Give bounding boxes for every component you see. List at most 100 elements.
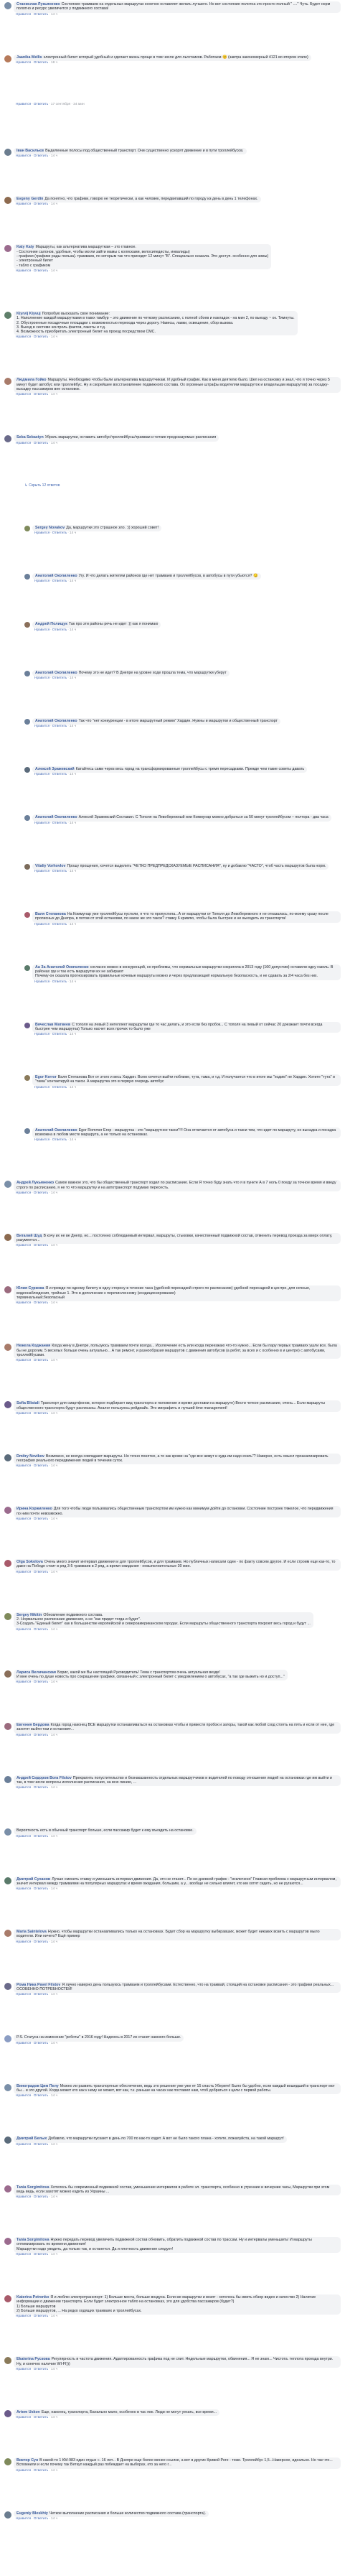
reply-button[interactable]: Ответить <box>34 2094 49 2098</box>
author-name[interactable]: Анатолий Окопиленко <box>35 815 77 819</box>
timestamp[interactable]: 14 ч <box>51 2368 57 2371</box>
like-button[interactable]: Нравится <box>34 870 49 873</box>
timestamp[interactable]: 14 ч <box>51 1628 57 1632</box>
reply-button[interactable]: Ответить <box>34 2469 49 2473</box>
avatar[interactable] <box>4 2409 11 2417</box>
avatar[interactable] <box>4 2238 11 2246</box>
avatar[interactable] <box>4 2295 11 2303</box>
author-name[interactable]: Рома Ника Pavel Filstov <box>16 1983 60 1987</box>
like-button[interactable]: Нравится <box>16 1464 31 1468</box>
avatar[interactable] <box>4 1560 11 1568</box>
avatar[interactable] <box>4 2458 11 2466</box>
reply-button[interactable]: Ответить <box>52 580 67 583</box>
timestamp[interactable]: 14 ч <box>51 2315 57 2318</box>
like-button[interactable]: Нравится <box>34 1086 49 1089</box>
avatar[interactable] <box>24 525 30 531</box>
like-button[interactable]: Нравится <box>16 2195 31 2199</box>
timestamp[interactable]: 14 ч <box>70 822 76 825</box>
like-button[interactable]: Нравится <box>16 2042 31 2045</box>
reply-button[interactable]: Ответить <box>52 1033 67 1036</box>
reply-button[interactable]: Ответить <box>52 980 67 984</box>
reply-button[interactable]: Ответить <box>52 870 67 873</box>
like-button[interactable]: Нравится <box>16 1940 31 1944</box>
like-button[interactable]: Нравится <box>34 773 49 776</box>
reply-button[interactable]: Ответить <box>34 1734 49 1737</box>
author-name[interactable]: Olga Sokolova <box>16 1560 43 1564</box>
reply-button[interactable]: Ответить <box>34 1571 49 1574</box>
avatar[interactable] <box>4 1233 11 1241</box>
like-button[interactable]: Нравится <box>16 154 31 158</box>
author-name[interactable]: Аа За Анатолий Окопиленко <box>35 965 89 970</box>
timestamp[interactable]: 14 ч <box>51 1517 57 1521</box>
avatar[interactable] <box>4 1877 11 1884</box>
timestamp[interactable]: 14 ч <box>51 1244 57 1247</box>
reply-button[interactable]: Ответить <box>34 1887 49 1891</box>
reply-button[interactable]: Ответить <box>34 1412 49 1415</box>
reply-button[interactable]: Ответить <box>34 203 49 206</box>
author-name[interactable]: Анатолий Окопиленко <box>35 1128 77 1133</box>
author-name[interactable]: Tania Sorgimitova <box>16 2185 49 2190</box>
reply-button[interactable]: Ответить <box>52 531 67 535</box>
avatar[interactable] <box>24 767 30 773</box>
author-name[interactable]: Dmitry Novikov <box>16 1454 44 1459</box>
reply-button[interactable]: Ответить <box>34 1835 49 1838</box>
author-name[interactable]: Анатолий Окопиленко <box>35 671 77 675</box>
reply-button[interactable]: Ответить <box>34 2195 49 2199</box>
reply-button[interactable]: Ответить <box>34 13 49 17</box>
timestamp[interactable]: 14 ч <box>51 1680 57 1684</box>
like-button[interactable]: Нравится <box>16 1786 31 1790</box>
reply-button[interactable]: Ответить <box>34 2517 49 2521</box>
reply-button[interactable]: Ответить <box>52 1138 67 1142</box>
avatar[interactable] <box>24 573 30 580</box>
like-button[interactable]: Нравится <box>16 335 31 339</box>
avatar[interactable] <box>4 1723 11 1731</box>
avatar[interactable] <box>4 1828 11 1836</box>
timestamp[interactable]: 14 ч <box>51 442 57 445</box>
avatar[interactable] <box>24 912 30 919</box>
like-button[interactable]: Нравится <box>34 923 49 926</box>
timestamp[interactable]: 18 ч <box>51 61 57 65</box>
timestamp[interactable]: 14 ч <box>70 773 76 776</box>
avatar[interactable] <box>4 435 11 443</box>
reply-button[interactable]: Ответить <box>34 2253 49 2256</box>
reply-button[interactable]: Ответить <box>52 676 67 680</box>
reply-button[interactable]: Ответить <box>34 269 49 273</box>
avatar[interactable] <box>24 670 30 676</box>
author-name[interactable]: Вячеслав Матвеев <box>35 1023 70 1027</box>
avatar[interactable] <box>4 1982 11 1990</box>
author-name[interactable]: Анатолий Окопиленко <box>35 719 77 723</box>
author-name[interactable]: Андрей Лукьяненко <box>16 1181 54 1185</box>
like-button[interactable]: Нравится <box>16 2094 31 2098</box>
timestamp[interactable]: 14 ч <box>51 2094 57 2098</box>
timestamp[interactable]: 14 ч <box>51 1571 57 1574</box>
author-name[interactable]: Дмитрий Белых <box>16 2136 47 2141</box>
author-name[interactable]: Seba Sebastyn <box>16 435 44 440</box>
timestamp[interactable]: 14 ч <box>70 725 76 728</box>
author-name[interactable]: Vitaliy Vorhovlov <box>35 864 66 868</box>
author-name[interactable]: Ekaterina Рускова <box>16 2357 50 2361</box>
reply-button[interactable]: Ответить <box>34 1301 49 1305</box>
avatar[interactable] <box>4 2357 11 2365</box>
reply-button[interactable]: Ответить <box>34 103 49 106</box>
like-button[interactable]: Нравится <box>16 1359 31 1362</box>
reply-button[interactable]: Ответить <box>34 1786 49 1790</box>
avatar[interactable] <box>4 1454 11 1461</box>
timestamp[interactable]: 14 ч <box>51 1835 57 1838</box>
like-button[interactable]: Нравится <box>16 1571 31 1574</box>
like-button[interactable]: Нравится <box>34 980 49 984</box>
avatar[interactable] <box>4 311 11 319</box>
reply-button[interactable]: Ответить <box>34 1191 49 1195</box>
like-button[interactable]: Нравится <box>16 203 31 206</box>
timestamp[interactable]: 14 ч <box>51 2469 57 2473</box>
author-name[interactable]: Tania Sorgimitova <box>16 2238 49 2242</box>
avatar[interactable] <box>24 1127 30 1134</box>
author-name[interactable]: Sofia Blistali <box>16 1401 39 1405</box>
avatar[interactable] <box>24 815 30 822</box>
author-name[interactable]: Анатолий Окопиленко <box>35 574 77 578</box>
author-name[interactable]: Artem Uskov <box>16 2410 40 2414</box>
reply-button[interactable]: Ответить <box>34 154 49 158</box>
author-name[interactable]: Лариса Величанская <box>16 1670 56 1675</box>
author-name[interactable]: Станислав Лукьяненко <box>16 2 60 6</box>
timestamp[interactable]: 14 ч <box>70 676 76 680</box>
like-button[interactable]: Нравится <box>34 1033 49 1036</box>
